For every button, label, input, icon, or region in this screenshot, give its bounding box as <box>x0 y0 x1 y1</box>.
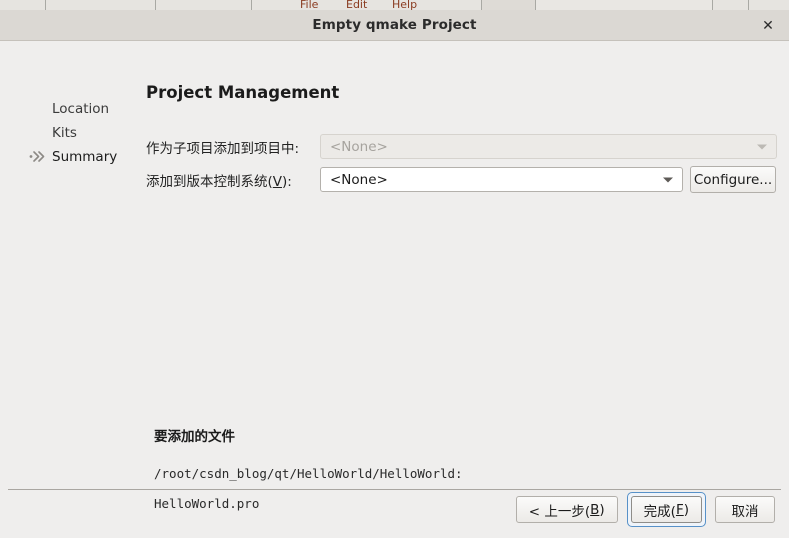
sidebar-item-kits[interactable]: Kits <box>26 121 136 145</box>
cancel-button[interactable]: 取消 <box>715 496 775 523</box>
subproject-combobox-value: <None> <box>330 138 388 155</box>
step-marker-blank <box>26 97 50 121</box>
chevron-down-icon <box>663 177 673 182</box>
finish-button[interactable]: 完成(F) <box>630 496 702 523</box>
bg-menu-file[interactable]: File <box>300 0 318 10</box>
dialog-footer: < 上一步(B) 完成(F) 取消 <box>515 492 775 527</box>
subproject-label: 作为子项目添加到项目中: <box>146 141 300 157</box>
vcs-label-suffix: ): <box>282 174 292 190</box>
finish-button-prefix: 完成( <box>643 503 676 520</box>
sidebar-item-label: Summary <box>52 149 118 165</box>
files-to-add-heading: 要添加的文件 <box>154 429 235 445</box>
vcs-combobox-value: <None> <box>330 171 388 188</box>
vcs-label: 添加到版本控制系统(V): <box>146 170 292 190</box>
vcs-combobox[interactable]: <None> <box>320 167 683 192</box>
dialog-title: Empty qmake Project <box>312 17 477 33</box>
configure-button[interactable]: Configure... <box>690 166 776 193</box>
sidebar-item-label: Location <box>52 101 110 117</box>
back-button-mnemonic: B <box>590 501 600 518</box>
finish-button-focus-ring: 完成(F) <box>626 492 706 527</box>
files-to-add-path: /root/csdn_blog/qt/HelloWorld/HelloWorld… <box>154 466 463 481</box>
page-title: Project Management <box>146 83 340 102</box>
finish-button-mnemonic: F <box>675 501 684 518</box>
bg-cell <box>713 0 749 10</box>
back-button-suffix: ) <box>599 501 605 518</box>
double-chevron-right-icon <box>26 145 50 169</box>
finish-button-suffix: ) <box>683 501 689 518</box>
bg-cell <box>749 0 789 10</box>
close-icon[interactable]: ✕ <box>753 10 783 41</box>
vcs-label-mnemonic: V <box>272 174 283 190</box>
wizard-step-list: Location Kits Summary <box>26 97 136 169</box>
sidebar-item-label: Kits <box>52 125 77 141</box>
footer-separator <box>8 489 781 490</box>
bg-cell <box>0 0 46 10</box>
chevron-down-icon <box>757 144 767 149</box>
back-button-prefix: < 上一步( <box>528 503 591 520</box>
sidebar-item-summary[interactable]: Summary <box>26 145 136 169</box>
background-app-strip: File Edit Help <box>0 0 789 10</box>
dialog-titlebar: Empty qmake Project ✕ <box>0 10 789 41</box>
sidebar-item-location[interactable]: Location <box>26 97 136 121</box>
back-button[interactable]: < 上一步(B) <box>515 496 618 523</box>
vcs-row: 添加到版本控制系统(V): <box>146 168 292 192</box>
step-marker-blank <box>26 121 50 145</box>
vcs-label-prefix: 添加到版本控制系统( <box>146 174 273 190</box>
subproject-combobox[interactable]: <None> <box>320 134 777 159</box>
bg-cell <box>482 0 536 10</box>
subproject-row: 作为子项目添加到项目中: <box>146 135 299 159</box>
dialog-body: Location Kits Summary Project Management <box>0 41 789 538</box>
dialog-window: Empty qmake Project ✕ Location Kits Summ… <box>0 10 789 538</box>
bg-menu-edit[interactable]: Edit <box>346 0 367 10</box>
